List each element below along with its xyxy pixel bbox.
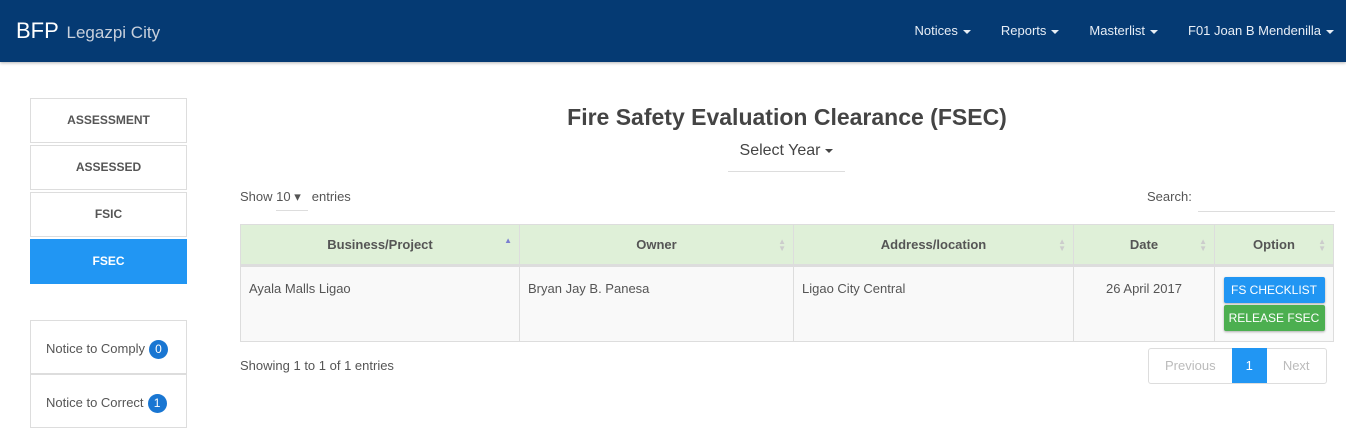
menu-masterlist[interactable]: Masterlist xyxy=(1089,23,1158,38)
menu-reports[interactable]: Reports xyxy=(1001,23,1060,38)
search-input[interactable] xyxy=(1197,189,1335,212)
table-row: Ayala Malls Ligao Bryan Jay B. Panesa Li… xyxy=(240,265,1334,342)
table-info: Showing 1 to 1 of 1 entries xyxy=(240,358,394,373)
col-option[interactable]: Option ▲ ▼ xyxy=(1214,224,1334,267)
sidebar-item-fsec[interactable]: FSEC xyxy=(30,239,187,284)
menu-notices[interactable]: Notices xyxy=(915,23,971,38)
col-date[interactable]: Date ▲ ▼ xyxy=(1073,224,1215,267)
sidebar-item-fsic[interactable]: FSIC xyxy=(30,192,187,237)
notice-to-comply[interactable]: Notice to Comply 0 xyxy=(30,320,187,374)
count-badge: 0 xyxy=(148,340,168,359)
page-1-button[interactable]: 1 xyxy=(1231,348,1267,383)
menu-user[interactable]: F01 Joan B Mendenilla xyxy=(1188,23,1334,38)
col-address[interactable]: Address/location ▲ ▼ xyxy=(793,224,1074,267)
pagination: Previous 1 Next xyxy=(1148,348,1327,384)
entries-select[interactable]: 10 ▾ xyxy=(276,189,309,211)
brand-city: Legazpi City xyxy=(66,23,161,42)
entries-length: Show 10 ▾ entries xyxy=(240,189,351,211)
notice-to-correct[interactable]: Notice to Correct 1 xyxy=(30,374,187,428)
search: Search: xyxy=(1147,189,1335,212)
sidebar-item-assessed[interactable]: ASSESSED xyxy=(30,145,187,190)
fs-checklist-button[interactable]: FS CHECKLIST xyxy=(1223,277,1325,303)
sidebar-item-assessment[interactable]: ASSESSMENT xyxy=(30,98,187,143)
count-badge: 1 xyxy=(147,394,167,413)
release-fsec-button[interactable]: RELEASE FSEC xyxy=(1223,305,1325,331)
col-owner[interactable]: Owner ▲ ▼ xyxy=(519,224,794,267)
previous-button[interactable]: Previous xyxy=(1149,349,1232,383)
col-business[interactable]: Business/Project ▲ xyxy=(240,224,520,267)
next-button[interactable]: Next xyxy=(1267,349,1326,383)
fsec-table: Business/Project ▲ Owner ▲ ▼ Address/locati… xyxy=(240,224,1334,342)
brand[interactable]: BFP Legazpi City xyxy=(16,18,160,44)
navbar: BFP Legazpi City Notices Reports Masterl… xyxy=(0,0,1346,62)
page-title: Fire Safety Evaluation Clearance (FSEC) xyxy=(567,104,1007,130)
year-select[interactable]: Select Year xyxy=(728,140,845,172)
